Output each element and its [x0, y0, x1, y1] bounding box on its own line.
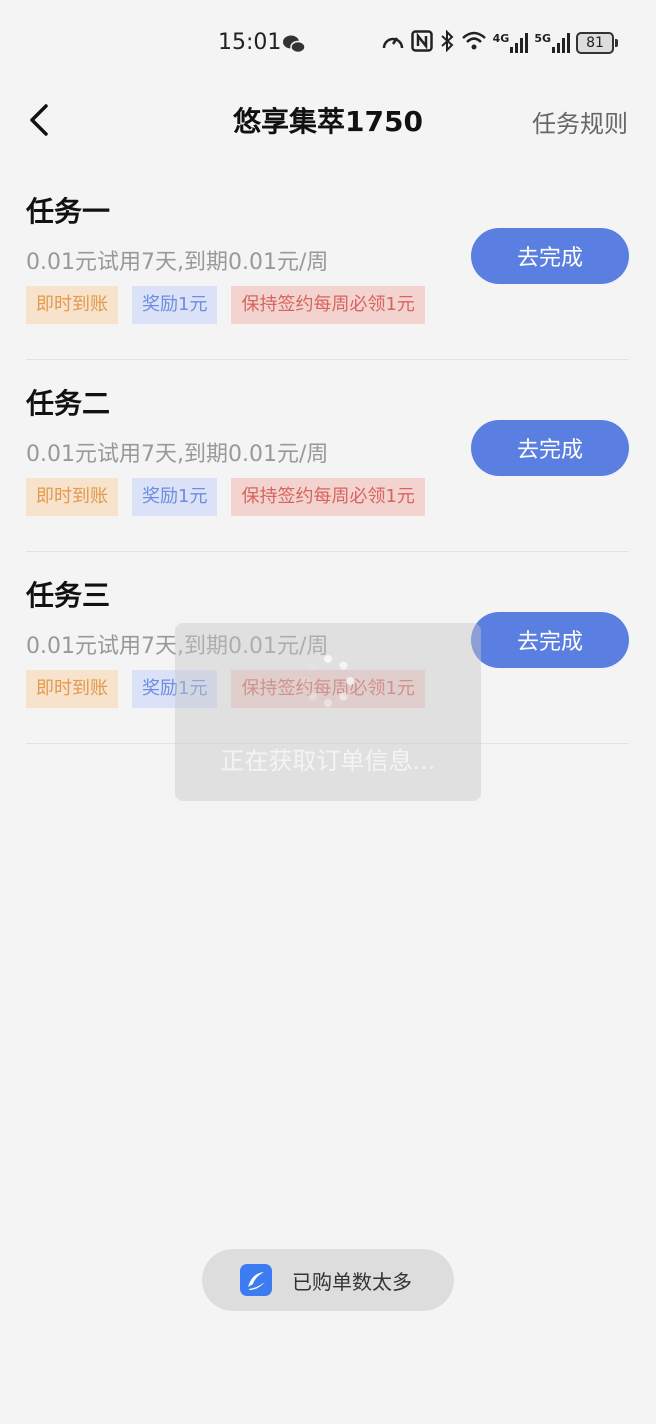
complete-task-button[interactable]: 去完成 — [471, 228, 629, 284]
tag-reward: 奖励1元 — [132, 478, 218, 516]
tag-weekly: 保持签约每周必领1元 — [231, 286, 425, 324]
task-description: 0.01元试用7天,到期0.01元/周 — [26, 442, 329, 467]
task-item: 任务一 0.01元试用7天,到期0.01元/周 即时到账 奖励1元 保持签约每周… — [26, 168, 629, 360]
signal-4g-icon: 4G — [493, 33, 529, 53]
status-time: 15:01 — [218, 30, 282, 55]
toast-message: 已购单数太多 — [292, 1269, 412, 1294]
task-tags: 即时到账 奖励1元 保持签约每周必领1元 — [26, 286, 425, 324]
tag-instant: 即时到账 — [26, 670, 118, 708]
bluetooth-icon — [439, 29, 455, 56]
task-tags: 即时到账 奖励1元 保持签约每周必领1元 — [26, 478, 425, 516]
wifi-icon — [461, 30, 487, 56]
task-title: 任务二 — [26, 387, 111, 420]
battery-icon: 81 — [576, 32, 618, 54]
complete-task-button[interactable]: 去完成 — [471, 612, 629, 668]
task-description: 0.01元试用7天,到期0.01元/周 — [26, 250, 329, 275]
app-logo-icon — [240, 1264, 272, 1296]
task-title: 任务三 — [26, 579, 111, 612]
spinner-icon — [302, 655, 354, 707]
tag-instant: 即时到账 — [26, 478, 118, 516]
complete-task-button[interactable]: 去完成 — [471, 420, 629, 476]
task-item: 任务二 0.01元试用7天,到期0.01元/周 即时到账 奖励1元 保持签约每周… — [26, 360, 629, 552]
task-title: 任务一 — [26, 195, 111, 228]
tag-reward: 奖励1元 — [132, 286, 218, 324]
toast: 已购单数太多 — [202, 1249, 454, 1311]
tag-weekly: 保持签约每周必领1元 — [231, 478, 425, 516]
nav-bar: 悠享集萃1750 任务规则 — [0, 90, 656, 150]
signal-5g-icon: 5G — [534, 33, 570, 53]
speed-icon — [381, 30, 405, 56]
nfc-icon — [410, 30, 433, 56]
task-rules-link[interactable]: 任务规则 — [532, 104, 628, 139]
tag-instant: 即时到账 — [26, 286, 118, 324]
loading-text: 正在获取订单信息... — [220, 747, 436, 775]
status-bar: 15:01 4G 5G 81 — [0, 0, 656, 90]
loading-overlay: 正在获取订单信息... — [175, 623, 481, 801]
wechat-icon — [282, 34, 306, 58]
